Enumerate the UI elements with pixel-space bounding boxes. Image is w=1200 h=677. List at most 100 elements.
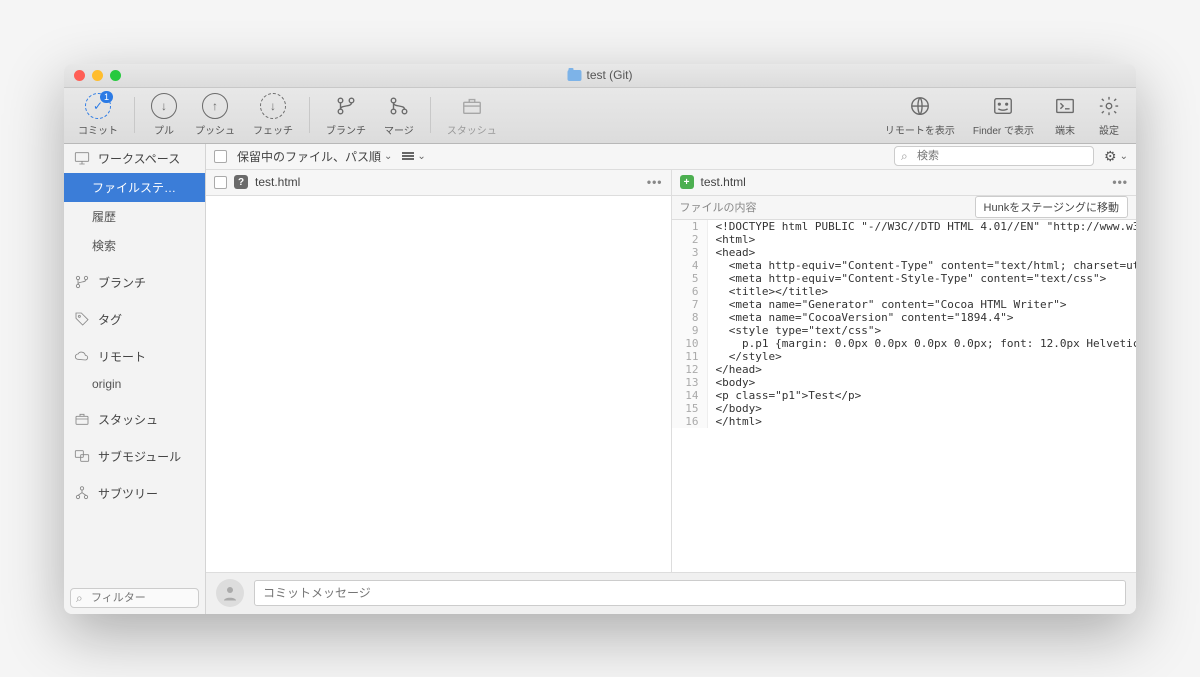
toolbar-separator	[430, 97, 431, 133]
fetch-icon: ↓	[260, 93, 286, 119]
merge-button[interactable]: マージ	[378, 91, 420, 139]
stash-label: スタッシュ	[447, 122, 497, 137]
sidebar-tags[interactable]: タグ	[64, 305, 205, 334]
pull-label: プル	[154, 122, 174, 137]
globe-icon	[907, 93, 933, 119]
code-line: 8 <meta name="CocoaVersion" content="189…	[672, 311, 1137, 324]
toolbar-separator	[309, 97, 310, 133]
search-input[interactable]	[894, 146, 1094, 166]
file-checkbox[interactable]	[214, 176, 227, 189]
branch-icon	[333, 93, 359, 119]
push-button[interactable]: ↑ プッシュ	[189, 91, 241, 139]
window-title: test (Git)	[567, 68, 632, 82]
code-line: 13<body>	[672, 376, 1137, 389]
zoom-button[interactable]	[110, 70, 121, 81]
sidebar-branches-label: ブランチ	[98, 274, 146, 291]
show-finder-label: Finder で表示	[973, 122, 1034, 137]
sidebar-search-label: 検索	[92, 237, 116, 254]
commit-icon: ✓1	[85, 93, 111, 119]
stage-hunk-button[interactable]: Hunkをステージングに移動	[975, 196, 1128, 218]
avatar	[216, 579, 244, 607]
sidebar-origin-label: origin	[92, 377, 121, 391]
minimize-button[interactable]	[92, 70, 103, 81]
monitor-icon	[74, 151, 90, 165]
file-row[interactable]: ? test.html •••	[206, 170, 671, 196]
unknown-file-icon: ?	[234, 175, 248, 189]
sidebar-workspace-label: ワークスペース	[98, 150, 180, 167]
code-line: 10 p.p1 {margin: 0.0px 0.0px 0.0px 0.0px…	[672, 337, 1137, 350]
window-title-text: test (Git)	[586, 68, 632, 82]
sidebar-subtrees-label: サブツリー	[98, 485, 158, 502]
sidebar-remotes[interactable]: リモート	[64, 342, 205, 371]
sidebar-subtrees[interactable]: サブツリー	[64, 479, 205, 508]
filter-input[interactable]	[70, 588, 199, 608]
stash-icon	[74, 412, 90, 426]
toolbar-separator	[134, 97, 135, 133]
sidebar-tags-label: タグ	[98, 311, 122, 328]
diff-file-name: test.html	[701, 175, 746, 189]
folder-icon	[567, 70, 581, 81]
code-view[interactable]: 1<!DOCTYPE html PUBLIC "-//W3C//DTD HTML…	[672, 220, 1137, 572]
diff-more-button[interactable]: •••	[1112, 175, 1128, 189]
commit-label: コミット	[78, 122, 118, 137]
push-label: プッシュ	[195, 122, 235, 137]
sidebar-filestatus[interactable]: ファイルステ…	[64, 173, 205, 202]
branch-button[interactable]: ブランチ	[320, 91, 372, 139]
app-window: test (Git) ✓1 コミット ↓ プル ↑ プッシュ ↓ フェッチ	[64, 64, 1136, 614]
stash-icon	[459, 93, 485, 119]
code-line: 1<!DOCTYPE html PUBLIC "-//W3C//DTD HTML…	[672, 220, 1137, 233]
sidebar-workspace[interactable]: ワークスペース	[64, 144, 205, 173]
gear-icon	[1096, 93, 1122, 119]
code-line: 6 <title></title>	[672, 285, 1137, 298]
sidebar-stashes[interactable]: スタッシュ	[64, 405, 205, 434]
sidebar-history[interactable]: 履歴	[64, 202, 205, 231]
code-line: 16</html>	[672, 415, 1137, 428]
terminal-icon	[1052, 93, 1078, 119]
show-remote-button[interactable]: リモートを表示	[879, 91, 961, 139]
close-button[interactable]	[74, 70, 85, 81]
file-filter-dropdown[interactable]: 保留中のファイル、パス順	[237, 148, 392, 165]
branch-label: ブランチ	[326, 122, 366, 137]
sidebar-search[interactable]: 検索	[64, 231, 205, 260]
terminal-button[interactable]: 端末	[1046, 91, 1084, 139]
file-more-button[interactable]: •••	[647, 175, 663, 189]
pull-button[interactable]: ↓ プル	[145, 91, 183, 139]
diff-hunk-header: ファイルの内容 Hunkをステージングに移動	[672, 196, 1137, 220]
branch-icon	[74, 275, 90, 289]
cloud-icon	[74, 349, 90, 363]
fetch-button[interactable]: ↓ フェッチ	[247, 91, 299, 139]
sidebar-stashes-label: スタッシュ	[98, 411, 158, 428]
show-finder-button[interactable]: Finder で表示	[967, 91, 1040, 139]
sidebar: ワークスペース ファイルステ… 履歴 検索 ブランチ タグ リモート origi…	[64, 144, 206, 614]
commit-message-input[interactable]	[254, 580, 1126, 606]
tag-icon	[74, 312, 90, 326]
code-line: 3<head>	[672, 246, 1137, 259]
commit-badge: 1	[100, 91, 113, 103]
view-mode-dropdown[interactable]	[402, 151, 425, 162]
code-line: 9 <style type="text/css">	[672, 324, 1137, 337]
traffic-lights	[74, 70, 121, 81]
file-list-pane: ? test.html •••	[206, 170, 672, 572]
stash-button[interactable]: スタッシュ	[441, 91, 503, 139]
sidebar-origin[interactable]: origin	[64, 371, 205, 397]
code-line: 12</head>	[672, 363, 1137, 376]
code-line: 2<html>	[672, 233, 1137, 246]
sidebar-branches[interactable]: ブランチ	[64, 268, 205, 297]
commit-button[interactable]: ✓1 コミット	[72, 91, 124, 139]
main-area: 保留中のファイル、パス順 ⚙ ? test.html •••	[206, 144, 1136, 614]
sidebar-submodules[interactable]: サブモジュール	[64, 442, 205, 471]
code-line: 15</body>	[672, 402, 1137, 415]
options-gear[interactable]: ⚙	[1104, 148, 1128, 165]
terminal-label: 端末	[1055, 122, 1075, 137]
select-all-checkbox[interactable]	[214, 150, 227, 163]
added-file-icon: +	[680, 175, 694, 189]
settings-button[interactable]: 設定	[1090, 91, 1128, 139]
show-remote-label: リモートを表示	[885, 122, 955, 137]
pull-icon: ↓	[151, 93, 177, 119]
diff-label: ファイルの内容	[680, 199, 757, 215]
sidebar-submodules-label: サブモジュール	[98, 448, 181, 465]
merge-label: マージ	[384, 122, 414, 137]
code-line: 7 <meta name="Generator" content="Cocoa …	[672, 298, 1137, 311]
finder-icon	[990, 93, 1016, 119]
sidebar-filestatus-label: ファイルステ…	[92, 179, 176, 196]
